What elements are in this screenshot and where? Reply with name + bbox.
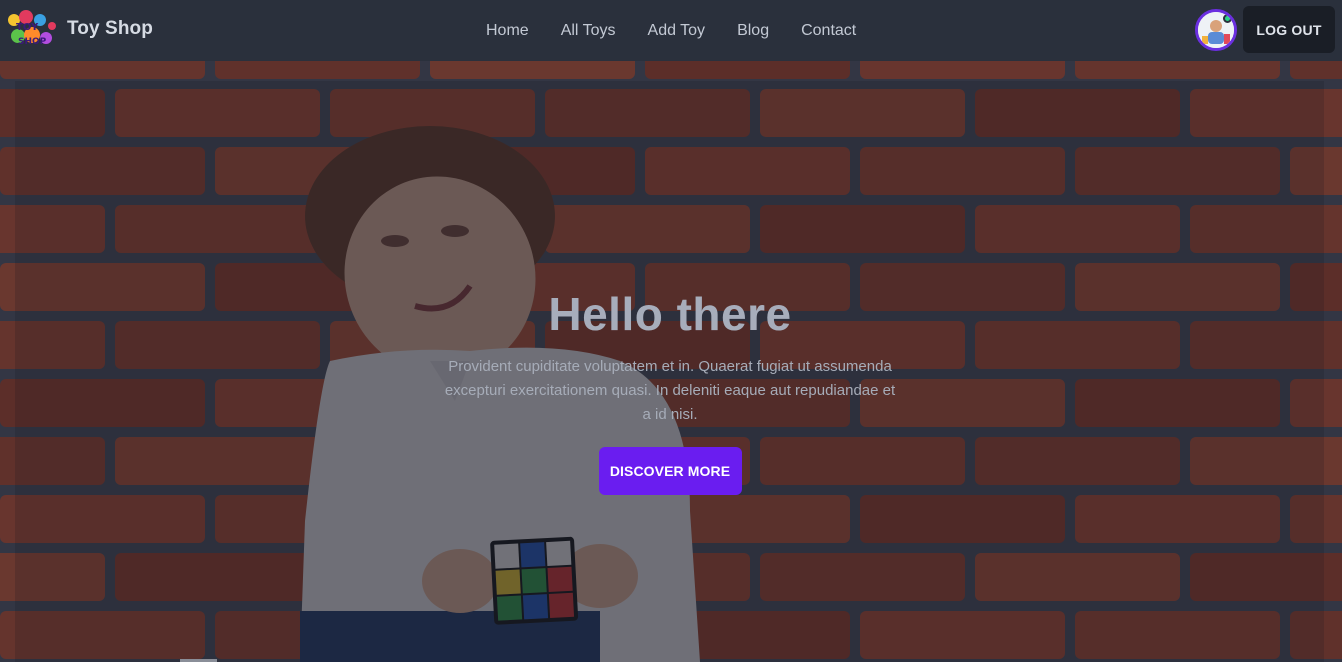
nav-link-home[interactable]: Home — [470, 14, 545, 48]
hero-banner: Hello there Provident cupiditate volupta… — [0, 61, 1342, 662]
nav-link-add-toy[interactable]: Add Toy — [632, 14, 722, 48]
discover-more-button[interactable]: DISCOVER MORE — [598, 447, 742, 495]
online-status-icon — [1223, 14, 1232, 23]
toy-shop-logo: TOY SHOP — [4, 8, 60, 50]
brand-name: Toy Shop — [67, 18, 153, 39]
hero-content: Hello there Provident cupiditate volupta… — [440, 284, 900, 495]
hero-description: Provident cupiditate voluptatem et in. Q… — [444, 358, 896, 423]
hero-title: Hello there — [548, 288, 792, 340]
nav-link-contact[interactable]: Contact — [785, 14, 872, 48]
brand[interactable]: TOY SHOP Toy Shop — [4, 8, 153, 50]
svg-text:SHOP: SHOP — [18, 37, 47, 47]
navbar: TOY SHOP Toy Shop Home All Toys Add Toy … — [0, 0, 1342, 61]
nav-link-blog[interactable]: Blog — [721, 14, 785, 48]
nav-link-all-toys[interactable]: All Toys — [545, 14, 632, 48]
logout-button[interactable]: LOG OUT — [1243, 6, 1335, 53]
user-avatar[interactable] — [1195, 9, 1237, 51]
svg-text:TOY: TOY — [16, 22, 39, 33]
nav-links: Home All Toys Add Toy Blog Contact — [470, 0, 872, 61]
